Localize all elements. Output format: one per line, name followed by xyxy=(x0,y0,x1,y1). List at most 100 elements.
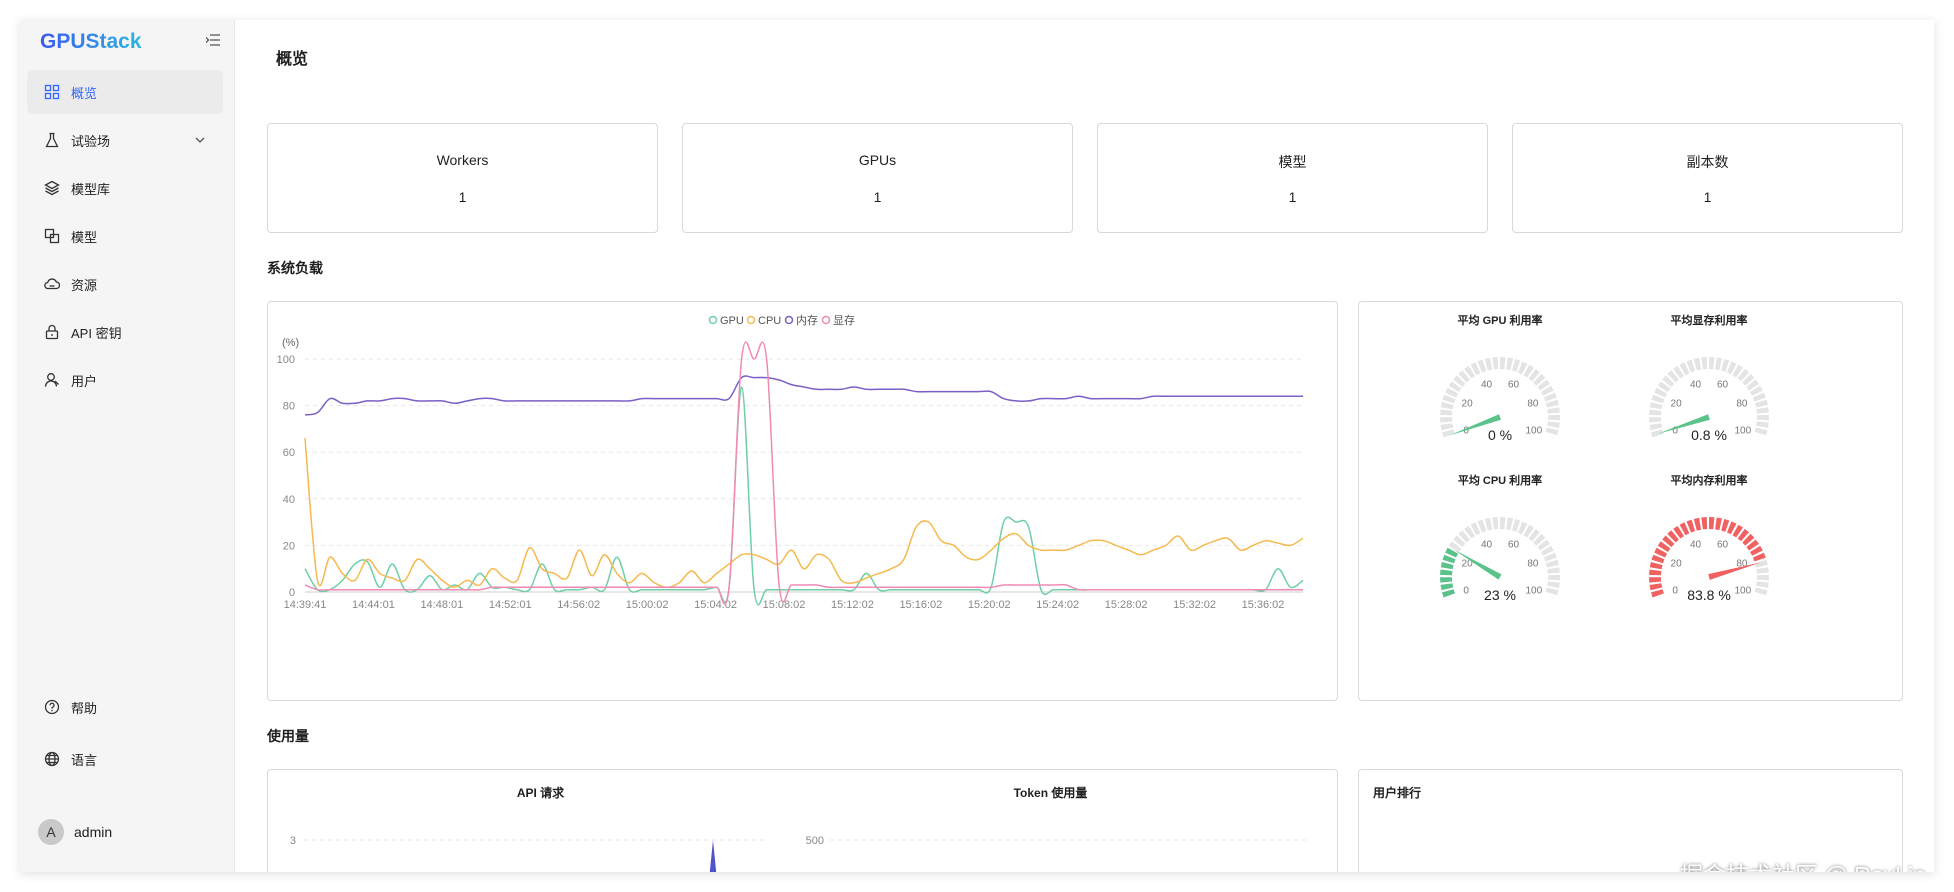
gauge-tick-label: 60 xyxy=(1508,540,1520,551)
sidebar-item-models[interactable]: 模型 xyxy=(27,214,223,258)
y-tick-label: 60 xyxy=(283,447,295,459)
stat-value: 1 xyxy=(873,189,882,205)
gauge: 平均显存利用率02040 60801000.8 % xyxy=(1649,313,1769,443)
gauge-segment xyxy=(1492,357,1499,370)
legend-marker xyxy=(821,315,831,325)
gauge-tick-label: 40 xyxy=(1690,380,1702,391)
gauge-segment xyxy=(1693,517,1702,531)
legend-item: CPU xyxy=(746,315,781,327)
gauge-title: 平均内存利用率 xyxy=(1671,473,1748,487)
sidebar-item-playground[interactable]: 试验场 xyxy=(27,118,223,162)
gauge-value: 0 % xyxy=(1488,427,1512,443)
system-load-line-chart: GPU CPU 内存 显存 (%) 0 20 40 60 80 100 14:39:41 14:44:0… xyxy=(277,313,1304,611)
x-tick-label: 15:28:02 xyxy=(1105,599,1148,611)
legend-label: 内存 xyxy=(796,313,818,327)
gauge-segment xyxy=(1484,517,1493,531)
y-tick-label: 0 xyxy=(289,587,295,599)
y-tick-label: 100 xyxy=(277,354,295,366)
legend-item: 内存 xyxy=(784,313,818,327)
gauge-segment xyxy=(1649,423,1663,431)
gauge-segment xyxy=(1547,407,1560,414)
user-icon xyxy=(44,372,60,388)
sidebar-item-overview[interactable]: 概览 xyxy=(27,70,223,114)
gauge-segment xyxy=(1756,414,1769,421)
gauge-segment xyxy=(1506,357,1513,371)
usage-chart-panel: API 请求 Token 使用量 3 500 xyxy=(267,769,1338,872)
model-icon xyxy=(44,228,60,244)
sidebar-item-label: 试验场 xyxy=(71,133,111,149)
gauge-segment xyxy=(1442,429,1455,438)
sidebar-item-label: API 密钥 xyxy=(71,325,122,341)
chevron-down-icon[interactable] xyxy=(195,134,205,146)
gauge-segment xyxy=(1756,574,1769,581)
gauge-segment xyxy=(1547,574,1560,581)
gauge-segment xyxy=(1546,559,1559,568)
gauge-segment xyxy=(1500,357,1506,370)
x-tick-label: 15:20:02 xyxy=(968,599,1011,611)
gauge-segment xyxy=(1701,357,1708,370)
gauge: 平均 CPU 利用率02040 608010023 % xyxy=(1440,473,1560,603)
gauge-segment xyxy=(1756,567,1769,574)
api-requests-area xyxy=(709,840,717,872)
gauge-segment xyxy=(1440,423,1454,431)
system-load-chart-panel: GPU CPU 内存 显存 (%) 0 20 40 60 80 100 14:39:41 14:44:0… xyxy=(267,301,1338,701)
sidebar-item-model-catalog[interactable]: 模型库 xyxy=(27,166,223,210)
x-tick-label: 14:39:41 xyxy=(284,599,327,611)
gauge-tick-label: 60 xyxy=(1717,380,1729,391)
gauge-segment xyxy=(1440,417,1453,423)
gauge: 平均 GPU 利用率02040 60801000 % xyxy=(1440,313,1560,443)
collapse-sidebar-icon[interactable] xyxy=(205,34,222,48)
x-tick-label: 14:44:01 xyxy=(352,599,395,611)
gauge-segment xyxy=(1442,589,1455,598)
gauge-segment xyxy=(1440,577,1453,583)
gauge-value: 83.8 % xyxy=(1687,587,1731,603)
sidebar-item-users[interactable]: 用户 xyxy=(27,358,223,402)
sidebar-item-language[interactable]: 语言 xyxy=(27,737,223,781)
x-tick-label: 15:00:02 xyxy=(626,599,669,611)
token-usage-title: Token 使用量 xyxy=(1013,786,1088,800)
gauge-segment xyxy=(1440,409,1453,416)
avatar: A xyxy=(38,819,64,845)
gauge-tick-label: 20 xyxy=(1671,558,1683,569)
gauge-tick-label: 0 xyxy=(1672,585,1678,596)
gauge-tick-label: 80 xyxy=(1736,398,1748,409)
gauge-tick-label: 40 xyxy=(1481,540,1493,551)
sidebar-item-api-keys[interactable]: API 密钥 xyxy=(27,310,223,354)
stat-label: 模型 xyxy=(1278,154,1307,170)
gauge-segment xyxy=(1500,517,1506,530)
gauge-tick-label: 100 xyxy=(1525,425,1542,436)
gauge-segment xyxy=(1649,562,1663,570)
x-tick-label: 14:56:02 xyxy=(557,599,600,611)
gauge-segment xyxy=(1693,357,1702,371)
gauge-tick-label: 20 xyxy=(1462,398,1474,409)
page-title: 概览 xyxy=(276,51,309,68)
gauge-value: 23 % xyxy=(1484,587,1516,603)
series-line-GPU xyxy=(304,386,1304,606)
gauge-title: 平均显存利用率 xyxy=(1671,313,1748,327)
stat-value: 1 xyxy=(1703,189,1712,205)
stat-card-gpus: GPUs 1 xyxy=(682,123,1073,233)
sidebar-item-label: 概览 xyxy=(71,85,98,101)
sidebar-item-label: 模型 xyxy=(71,229,98,245)
user-menu[interactable]: A admin xyxy=(38,819,112,845)
sidebar-item-help[interactable]: 帮助 xyxy=(27,685,223,729)
gauge-tick-label: 60 xyxy=(1717,540,1729,551)
gauge-segment xyxy=(1754,427,1768,436)
gauge-segment xyxy=(1545,427,1559,436)
app-logo[interactable]: GPUStack xyxy=(40,30,142,54)
sidebar-item-resources[interactable]: 资源 xyxy=(27,262,223,306)
username: admin xyxy=(74,824,113,840)
flask-icon xyxy=(44,132,60,148)
gauge-segment xyxy=(1701,517,1708,530)
sidebar-item-label: 语言 xyxy=(71,752,98,768)
gauge-tick-label: 100 xyxy=(1734,425,1751,436)
stat-card-models: 模型 1 xyxy=(1097,123,1488,233)
gauge-segment xyxy=(1649,402,1663,410)
x-tick-label: 15:12:02 xyxy=(831,599,874,611)
stat-value: 1 xyxy=(458,189,467,205)
gauge-segment xyxy=(1649,577,1662,583)
gauge-segment xyxy=(1545,587,1559,596)
gauge-tick-label: 40 xyxy=(1481,380,1493,391)
gauge-segment xyxy=(1547,414,1560,421)
help-icon xyxy=(44,699,60,715)
